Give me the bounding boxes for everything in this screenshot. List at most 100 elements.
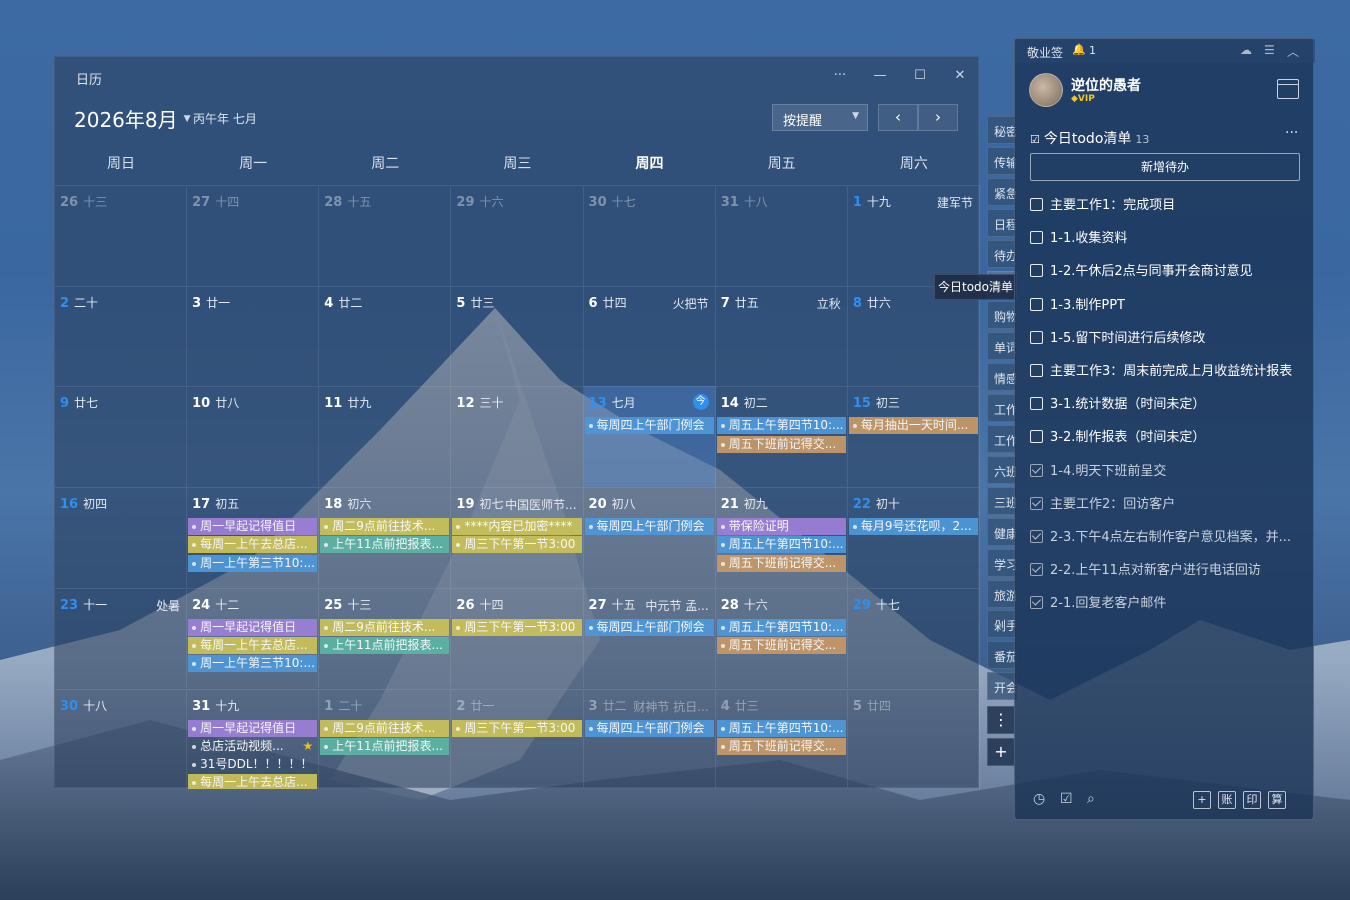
calendar-event[interactable]: 周五下班前记得交... (716, 435, 846, 453)
calendar-event[interactable]: 每月抽出一天时间... (848, 417, 978, 435)
day-cell[interactable]: 30 十七 (583, 185, 716, 286)
clock-icon[interactable]: ◷ (1033, 791, 1045, 807)
checkbox[interactable] (1030, 596, 1043, 610)
day-cell[interactable]: 14 初二 周五上午第四节10:... 周五下班前记得交... (715, 386, 848, 488)
more-icon[interactable]: ··· (830, 68, 850, 83)
calendar-event[interactable]: 上午11点前把报表... (320, 536, 450, 554)
cloud-sync-icon[interactable]: ☁ (1240, 43, 1252, 57)
calendar-event[interactable]: 每周四上午部门例会 (584, 518, 714, 536)
calendar-event[interactable]: 周五下班前记得交... (716, 554, 846, 572)
todo-item[interactable]: 1-4.明天下班前呈交 (1030, 460, 1310, 480)
calendar-event[interactable]: 周五上午第四节10:... (716, 536, 846, 554)
side-tab[interactable]: 工作 (987, 394, 1017, 423)
day-cell[interactable]: 31 十九 周一早起记得值日 总店活动视频... ★ 31号DDL！！！！！ 每周一上午去总… (187, 688, 320, 790)
user-name[interactable]: 逆位的愚者 (1071, 75, 1141, 95)
side-tab[interactable]: 传输 (987, 146, 1017, 175)
checkbox[interactable] (1030, 297, 1043, 311)
calendar-event[interactable]: 每周四上午部门例会 (584, 618, 714, 636)
avatar[interactable] (1029, 73, 1063, 107)
checkbox[interactable] (1030, 364, 1043, 377)
todo-item[interactable]: 主要工作3：周末前完成上月收益统计报表 (1030, 360, 1310, 380)
day-cell[interactable]: 22 初十 每月9号还花呗，2... (847, 487, 980, 588)
side-tab[interactable]: 剁手 (987, 610, 1017, 639)
checkbox[interactable] (1030, 530, 1043, 543)
calendar-event[interactable]: 31号DDL！！！！！ (188, 756, 317, 773)
day-cell[interactable]: 4 廿三 周五上午第四节10:... 周五下班前记得交... (715, 688, 848, 790)
search-icon[interactable]: ⌕ (1087, 791, 1095, 807)
side-tab[interactable]: 单词 (987, 332, 1017, 361)
side-tab[interactable]: 紧急 (987, 177, 1017, 206)
side-tab[interactable]: 日程 (987, 208, 1017, 237)
todo-item[interactable]: 3-2.制作报表（时间未定） (1030, 426, 1310, 446)
calendar-event[interactable]: 周一早起记得值日 (188, 618, 318, 636)
print-button[interactable]: 印 (1243, 791, 1261, 809)
todo-item[interactable]: 主要工作2：回访客户 (1030, 493, 1310, 513)
day-cell[interactable]: 8 廿六 (847, 285, 980, 387)
day-cell[interactable]: 7 廿五 立秋 (715, 285, 848, 387)
side-tab[interactable]: 待办 (987, 239, 1017, 268)
calendar-event[interactable]: 周三下午第一节3:00 (452, 536, 582, 554)
calendar-event[interactable]: 周五下班前记得交... (716, 637, 846, 655)
side-tab[interactable]: 购物 (987, 301, 1017, 330)
calendar-event[interactable]: 每月9号还花呗，2... (848, 518, 978, 536)
todo-item[interactable]: 2-1.回复老客户邮件 (1030, 592, 1310, 612)
day-cell[interactable]: 19 初七 中国医师节... ****内容已加密**** 周三下午第一节3:00 (451, 487, 584, 588)
calendar-event[interactable]: 每周一上午去总店... (188, 536, 318, 554)
side-tab[interactable]: 健康 (987, 517, 1017, 546)
list-more-button[interactable]: ··· (1285, 125, 1298, 141)
side-tab[interactable]: 三班 (987, 486, 1017, 515)
calendar-event[interactable]: 周一上午第三节10:... (188, 655, 318, 673)
day-cell[interactable]: 1 二十 周二9点前往技术... 上午11点前把报表... (319, 688, 452, 790)
calendar-event[interactable]: 每周一上午去总店... (188, 637, 318, 655)
side-tab[interactable]: 秘密 (987, 116, 1017, 144)
todo-item[interactable]: 1-3.制作PPT (1030, 294, 1310, 314)
day-cell[interactable]: 4 廿二 (319, 285, 452, 387)
add-tab-button[interactable]: + (987, 738, 1015, 766)
day-cell[interactable]: 12 三十 (451, 386, 584, 488)
day-cell[interactable]: 24 十二 周一早起记得值日 每周一上午去总店... 周一上午第三节10:... (187, 587, 320, 689)
calendar-event[interactable]: 周五上午第四节10:... (716, 417, 846, 435)
checkbox[interactable] (1030, 330, 1043, 344)
day-cell[interactable]: 5 廿四 (847, 688, 980, 790)
checkbox[interactable] (1030, 463, 1043, 477)
calendar-event[interactable]: 上午11点前把报表... (320, 637, 450, 655)
day-cell[interactable]: 17 初五 周一早起记得值日 每周一上午去总店... 周一上午第三节10:... (187, 487, 320, 588)
todo-item[interactable]: 2-3.下午4点左右制作客户意见档案，并... (1030, 526, 1310, 546)
checkbox[interactable] (1030, 430, 1043, 444)
bell-icon[interactable]: 🔔 (1072, 43, 1086, 56)
account-button[interactable]: 账 (1218, 791, 1236, 809)
side-tab[interactable]: 六班 (987, 455, 1017, 484)
calendar-event[interactable]: 上午11点前把报表... (320, 737, 450, 755)
day-cell[interactable]: 29 十六 (451, 185, 584, 286)
day-cell[interactable]: 9 廿七 (55, 386, 188, 488)
day-cell[interactable]: 25 十三 周二9点前往技术... 上午11点前把报表... (319, 587, 452, 689)
day-cell[interactable]: 3 廿二 财神节 抗日... 每周四上午部门例会 (583, 688, 716, 790)
day-cell[interactable]: 28 十五 (319, 185, 452, 286)
checkbox[interactable] (1030, 198, 1043, 211)
day-cell[interactable]: 30 十八 (55, 688, 188, 790)
close-button[interactable]: ✕ (950, 68, 970, 83)
todo-item[interactable]: 3-1.统计数据（时间未定） (1030, 393, 1310, 413)
maximize-button[interactable]: ☐ (910, 68, 930, 83)
checkbox[interactable] (1030, 264, 1043, 278)
calendar-event[interactable]: 周一早起记得值日 (188, 518, 318, 536)
calendar-event[interactable]: 总店活动视频... ★ (188, 738, 317, 755)
more-tabs-button[interactable]: ⋮ (987, 706, 1015, 734)
minimize-button[interactable]: — (870, 68, 890, 83)
collapse-icon[interactable]: ︿ (1287, 43, 1299, 60)
side-tab[interactable]: 工作 (987, 425, 1017, 453)
todo-item[interactable]: 主要工作1：完成项目 (1030, 194, 1310, 214)
prev-month-button[interactable]: ‹ (878, 104, 918, 131)
side-tab[interactable]: 旅游 (987, 579, 1017, 608)
side-tab[interactable]: 学习 (987, 548, 1017, 577)
calendar-event[interactable]: 周二9点前往技术... (320, 618, 450, 636)
month-selector[interactable]: 2026年8月 ▼ (74, 104, 191, 133)
list-title[interactable]: ☑ 今日todo清单 13 (1030, 128, 1149, 148)
menu-icon[interactable]: ☰ (1264, 43, 1275, 57)
todo-item[interactable]: 1-5.留下时间进行后续修改 (1030, 327, 1310, 347)
calendar-event[interactable]: 周三下午第一节3:00 (452, 618, 582, 636)
add-button[interactable]: + (1193, 791, 1211, 809)
calendar-event[interactable]: 周五下班前记得交... (716, 737, 846, 755)
day-cell[interactable]: 26 十四 周三下午第一节3:00 (451, 587, 584, 689)
day-cell[interactable]: 21 初九 带保险证明 周五上午第四节10:... 周五下班前记得交... (715, 487, 848, 588)
